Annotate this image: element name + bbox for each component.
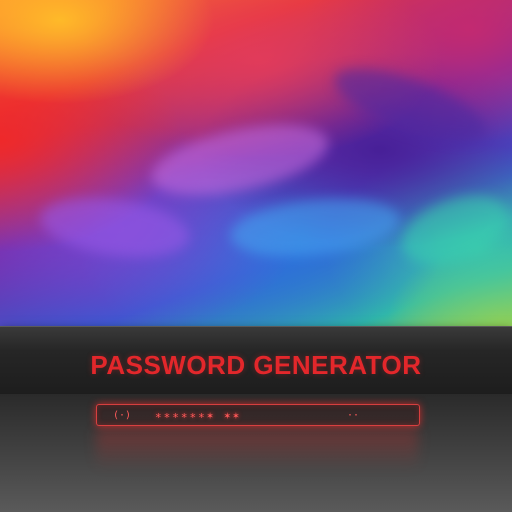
abstract-background-image	[0, 0, 512, 330]
app-title: PASSWORD GENERATOR	[90, 350, 422, 380]
swirl-shape	[227, 191, 403, 264]
key-icon: (·)	[113, 409, 132, 421]
swirl-shape	[145, 111, 335, 209]
password-value: ∗∗∗∗∗∗✶ ✶✶	[155, 408, 242, 422]
password-output-field[interactable]: (·) ∗∗∗∗∗∗✶ ✶✶ ··	[96, 404, 420, 426]
field-trailing-dots: ··	[346, 409, 359, 421]
swirl-shape	[36, 189, 194, 266]
swirl-shape	[393, 182, 512, 278]
swirl-shape	[326, 54, 494, 156]
field-reflection	[96, 430, 418, 470]
